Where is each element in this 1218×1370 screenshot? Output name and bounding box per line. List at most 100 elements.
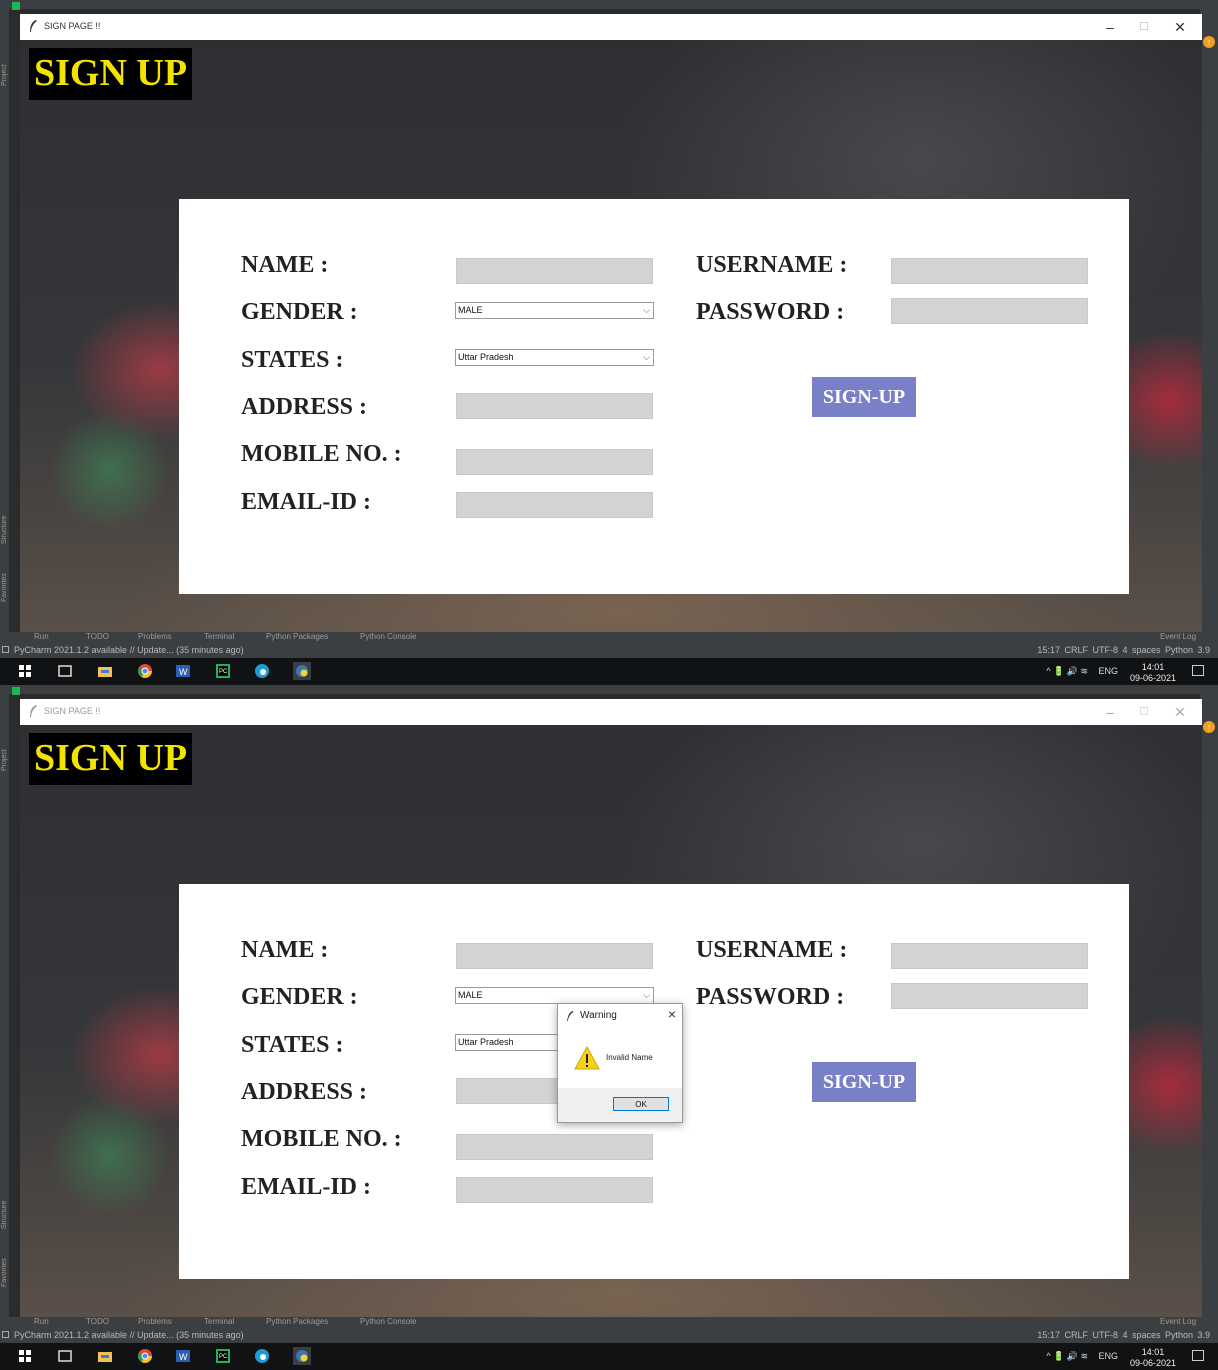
tool-tab-todo[interactable]: TODO [86, 632, 109, 641]
svg-text:PC: PC [219, 1354, 228, 1360]
ide-tool-window-bar: Run TODO Problems Terminal Python Packag… [0, 632, 1218, 642]
tool-tab-terminal[interactable]: Terminal [204, 632, 234, 641]
close-icon[interactable]: ✕ [1168, 18, 1192, 36]
svg-text:W: W [179, 667, 188, 677]
word-icon[interactable]: W [174, 662, 192, 680]
tool-tab-terminal[interactable]: Terminal [204, 1317, 234, 1326]
tool-tab-python-console[interactable]: Python Console [360, 1317, 416, 1326]
tool-tab-problems[interactable]: Problems [138, 1317, 172, 1326]
ide-tab-favorites[interactable]: Favorites [0, 565, 9, 610]
edge-icon[interactable] [253, 662, 271, 680]
tool-tab-todo[interactable]: TODO [86, 1317, 109, 1326]
sign-page-window: SIGN PAGE !! – ☐ ✕ SIGN UP NAME : GENDER… [20, 14, 1202, 634]
email-input[interactable] [456, 492, 653, 518]
chevron-down-icon: ⌵ [643, 305, 650, 315]
status-update-message[interactable]: PyCharm 2021.1.2 available // Update... … [14, 1330, 244, 1340]
close-icon[interactable]: ✕ [1168, 703, 1192, 721]
python-app-icon[interactable] [293, 1347, 311, 1365]
maximize-icon[interactable]: ☐ [1132, 703, 1156, 721]
mobile-input[interactable] [456, 449, 653, 475]
signup-button[interactable]: SIGN-UP [812, 377, 916, 417]
email-label: EMAIL-ID : [241, 489, 371, 515]
task-view-icon[interactable] [56, 662, 74, 680]
ide-left-toolbar: Project Structure Favorites [0, 685, 9, 1317]
password-input[interactable] [891, 298, 1088, 324]
ide-tab-favorites[interactable]: Favorites [0, 1250, 9, 1295]
name-label: NAME : [241, 937, 329, 963]
word-icon[interactable]: W [174, 1347, 192, 1365]
username-label: USERNAME : [696, 937, 848, 963]
dialog-close-icon[interactable]: × [668, 1006, 676, 1022]
taskbar-clock[interactable]: 14:01 09-06-2021 [1130, 1347, 1176, 1369]
windows-start-icon[interactable] [16, 662, 34, 680]
notification-center-icon[interactable] [1192, 1350, 1204, 1361]
language-indicator[interactable]: ENG [1098, 1351, 1118, 1361]
address-input[interactable] [456, 393, 653, 419]
ide-tab-structure[interactable]: Structure [0, 1190, 9, 1240]
tool-tab-python-console[interactable]: Python Console [360, 632, 416, 641]
pycharm-logo-icon [12, 687, 20, 695]
warning-dialog: Warning × Invalid Name OK [557, 1003, 683, 1123]
tray-icons[interactable]: ^ 🔋 🔊 ≋ [1046, 1351, 1088, 1362]
windows-start-icon[interactable] [16, 1347, 34, 1365]
maximize-icon[interactable]: ☐ [1132, 18, 1156, 36]
mobile-input[interactable] [456, 1134, 653, 1160]
signup-button[interactable]: SIGN-UP [812, 1062, 916, 1102]
dialog-footer: OK [558, 1088, 682, 1122]
states-select[interactable]: Uttar Pradesh ⌵ [455, 349, 654, 366]
ide-top-bar [0, 685, 1218, 695]
tool-tab-event-log[interactable]: Event Log [1160, 632, 1196, 641]
python-app-icon[interactable] [293, 662, 311, 680]
email-label: EMAIL-ID : [241, 1174, 371, 1200]
file-explorer-icon[interactable] [96, 662, 114, 680]
gender-select[interactable]: MALE ⌵ [455, 302, 654, 319]
mobile-label: MOBILE NO. : [241, 1126, 402, 1152]
gender-select[interactable]: MALE ⌵ [455, 987, 654, 1004]
tool-tab-python-packages[interactable]: Python Packages [266, 1317, 328, 1326]
svg-text:W: W [179, 1352, 188, 1362]
language-indicator[interactable]: ENG [1098, 666, 1118, 676]
password-input[interactable] [891, 983, 1088, 1009]
username-input[interactable] [891, 258, 1088, 284]
edge-icon[interactable] [253, 1347, 271, 1365]
taskbar-clock[interactable]: 14:01 09-06-2021 [1130, 662, 1176, 684]
email-input[interactable] [456, 1177, 653, 1203]
username-input[interactable] [891, 943, 1088, 969]
gender-label: GENDER : [241, 299, 358, 325]
dialog-title: Warning [580, 1010, 617, 1021]
name-input[interactable] [456, 943, 653, 969]
notification-center-icon[interactable] [1192, 665, 1204, 676]
tray-icons[interactable]: ^ 🔋 🔊 ≋ [1046, 666, 1088, 677]
tool-tab-run[interactable]: Run [34, 632, 49, 641]
tool-tab-problems[interactable]: Problems [138, 632, 172, 641]
status-file-info: 15:17 CRLF UTF-8 4 spaces Python 3.9 [1037, 645, 1210, 655]
tk-feather-icon [30, 705, 37, 717]
window-client: SIGN UP NAME : GENDER : MALE ⌵ STATES : U… [20, 40, 1202, 634]
status-update-message[interactable]: PyCharm 2021.1.2 available // Update... … [14, 645, 244, 655]
pycharm-icon[interactable]: PC [214, 1347, 232, 1365]
file-explorer-icon[interactable] [96, 1347, 114, 1365]
chrome-icon[interactable] [136, 1347, 154, 1365]
screenshot-1: Project Structure Favorites ↑ SIGN PAGE … [0, 0, 1218, 685]
status-square-icon [2, 1331, 9, 1338]
minimize-icon[interactable]: – [1098, 18, 1122, 36]
status-square-icon [2, 646, 9, 653]
minimize-icon[interactable]: – [1098, 703, 1122, 721]
ide-tab-project[interactable]: Project [0, 55, 9, 95]
ide-tab-structure[interactable]: Structure [0, 505, 9, 555]
tool-tab-event-log[interactable]: Event Log [1160, 1317, 1196, 1326]
tool-tab-run[interactable]: Run [34, 1317, 49, 1326]
address-label: ADDRESS : [241, 1079, 368, 1105]
pycharm-icon[interactable]: PC [214, 662, 232, 680]
chrome-icon[interactable] [136, 662, 154, 680]
ok-button[interactable]: OK [613, 1097, 669, 1111]
warning-icon [574, 1046, 600, 1070]
notification-icon[interactable]: ↑ [1203, 36, 1215, 48]
name-input[interactable] [456, 258, 653, 284]
tk-feather-icon [30, 20, 37, 32]
notification-icon[interactable]: ↑ [1203, 721, 1215, 733]
username-label: USERNAME : [696, 252, 848, 278]
tool-tab-python-packages[interactable]: Python Packages [266, 632, 328, 641]
ide-tab-project[interactable]: Project [0, 740, 9, 780]
task-view-icon[interactable] [56, 1347, 74, 1365]
